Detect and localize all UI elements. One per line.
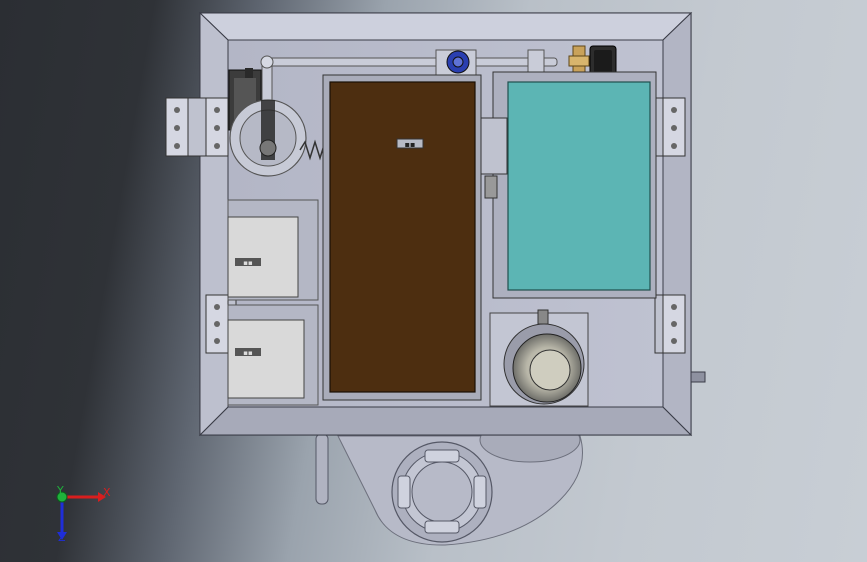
z-axis-label: Z bbox=[58, 531, 66, 544]
plate-badge-top: ▪▪ bbox=[243, 259, 253, 267]
valve-icon bbox=[446, 50, 470, 74]
y-axis-label: Y bbox=[56, 484, 64, 497]
cad-viewport[interactable]: ▪▪ ▪▪ ▪▪ X Y Z bbox=[0, 0, 867, 562]
hinge-right-top bbox=[654, 97, 686, 157]
hinge-left-top bbox=[165, 97, 229, 157]
cylinder-unit bbox=[489, 309, 589, 407]
panel-badge: ▪▪ bbox=[405, 140, 416, 149]
base-turntable bbox=[315, 417, 583, 546]
assembly-render: ▪▪ ▪▪ ▪▪ X Y Z bbox=[56, 11, 706, 546]
plate-upper: ▪▪ bbox=[227, 199, 319, 301]
coordinate-triad: X Y Z bbox=[56, 484, 111, 544]
plate-lower: ▪▪ bbox=[227, 304, 319, 406]
x-axis-label: X bbox=[103, 486, 111, 499]
brown-panel: ▪▪ bbox=[322, 74, 482, 401]
hinge-right-bottom bbox=[654, 294, 686, 354]
plate-badge-bottom: ▪▪ bbox=[243, 349, 253, 357]
battery-box bbox=[480, 71, 657, 299]
